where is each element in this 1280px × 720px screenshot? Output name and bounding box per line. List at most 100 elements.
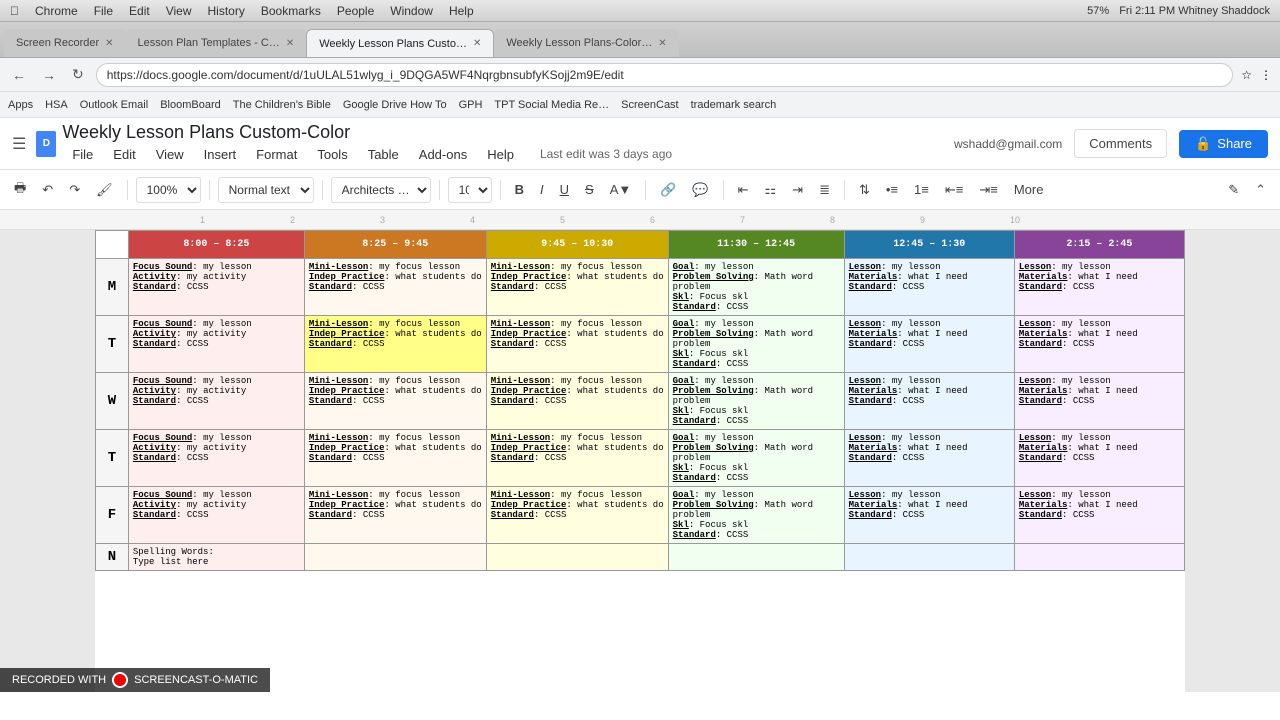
lesson-cell[interactable]: Lesson: my lessonMaterials: what I needS… xyxy=(1014,373,1184,430)
menu-edit[interactable]: Edit xyxy=(103,143,145,166)
lesson-cell[interactable]: Goal: my lessonProblem Solving: Math wor… xyxy=(668,430,844,487)
apple-menu[interactable]:  xyxy=(10,4,19,18)
lesson-cell[interactable]: Focus Sound: my lessonActivity: my activ… xyxy=(128,259,304,316)
numbered-list-button[interactable]: 1≡ xyxy=(908,178,935,201)
mac-menu-people[interactable]: People xyxy=(337,4,374,18)
lesson-cell[interactable]: Mini-Lesson: my focus lessonIndep Practi… xyxy=(304,373,486,430)
bookmark-bloomboard[interactable]: BloomBoard xyxy=(160,99,221,111)
menu-help[interactable]: Help xyxy=(477,143,524,166)
mac-menu-history[interactable]: History xyxy=(208,4,245,18)
spelling-words-cell[interactable]: Spelling Words:Type list here xyxy=(128,544,304,571)
tab-screen-recorder[interactable]: Screen Recorder ✕ xyxy=(4,29,126,57)
lesson-cell[interactable]: Goal: my lessonProblem Solving: Math wor… xyxy=(668,487,844,544)
tab-close-icon[interactable]: ✕ xyxy=(658,38,666,49)
tab-close-icon[interactable]: ✕ xyxy=(105,38,113,49)
print-button[interactable]: 🖶 xyxy=(8,175,32,205)
bookmark-childrens-bible[interactable]: The Children's Bible xyxy=(233,99,331,111)
lesson-cell[interactable]: Focus Sound: my lessonActivity: my activ… xyxy=(128,316,304,373)
strikethrough-button[interactable]: S xyxy=(579,178,600,201)
font-select[interactable]: Architects … xyxy=(331,177,431,203)
lesson-cell[interactable]: Mini-Lesson: my focus lessonIndep Practi… xyxy=(486,430,668,487)
line-spacing-button[interactable]: ⇅ xyxy=(853,178,876,202)
lesson-cell[interactable]: Lesson: my lessonMaterials: what I needS… xyxy=(844,259,1014,316)
menu-insert[interactable]: Insert xyxy=(194,143,247,166)
lesson-cell[interactable]: Focus Sound: my lessonActivity: my activ… xyxy=(128,487,304,544)
bullet-list-button[interactable]: •≡ xyxy=(880,178,904,201)
bookmark-tpt[interactable]: TPT Social Media Re… xyxy=(494,99,609,111)
more-button[interactable]: More xyxy=(1008,178,1050,201)
mac-menu-view[interactable]: View xyxy=(166,4,192,18)
menu-view[interactable]: View xyxy=(146,143,194,166)
style-select[interactable]: Normal text xyxy=(218,177,314,203)
lesson-cell[interactable]: Lesson: my lessonMaterials: what I needS… xyxy=(1014,316,1184,373)
lesson-cell[interactable]: Lesson: my lessonMaterials: what I needS… xyxy=(844,373,1014,430)
undo-button[interactable]: ↶ xyxy=(36,178,59,202)
lesson-cell[interactable]: Focus Sound: my lessonActivity: my activ… xyxy=(128,430,304,487)
justify-button[interactable]: ≣ xyxy=(813,178,836,202)
menu-addons[interactable]: Add-ons xyxy=(409,143,477,166)
lesson-cell[interactable]: Focus Sound: my lessonActivity: my activ… xyxy=(128,373,304,430)
forward-button[interactable]: → xyxy=(38,65,60,85)
url-input[interactable] xyxy=(96,63,1234,87)
bookmark-google-drive[interactable]: Google Drive How To xyxy=(343,99,447,111)
redo-button[interactable]: ↷ xyxy=(63,178,86,202)
empty-cell[interactable] xyxy=(1014,544,1184,571)
comments-button[interactable]: Comments xyxy=(1074,129,1167,158)
bookmark-trademark[interactable]: trademark search xyxy=(691,99,777,111)
lesson-cell[interactable]: Mini-Lesson: my focus lessonIndep Practi… xyxy=(486,316,668,373)
doc-title[interactable]: Weekly Lesson Plans Custom-Color xyxy=(62,122,672,143)
underline-button[interactable]: U xyxy=(554,178,575,201)
empty-cell[interactable] xyxy=(486,544,668,571)
bookmark-hsa[interactable]: HSA xyxy=(45,99,68,111)
bold-button[interactable]: B xyxy=(509,178,530,201)
decrease-indent-button[interactable]: ⇤≡ xyxy=(939,178,969,202)
extensions-icon[interactable]: ⋮ xyxy=(1260,68,1272,82)
italic-button[interactable]: I xyxy=(534,178,550,201)
align-center-button[interactable]: ⚏ xyxy=(759,178,783,202)
align-right-button[interactable]: ⇥ xyxy=(786,178,809,202)
paint-format-button[interactable]: 🖌 xyxy=(90,178,119,202)
menu-table[interactable]: Table xyxy=(358,143,409,166)
edit-mode-button[interactable]: ✎ xyxy=(1222,178,1245,202)
font-size-select[interactable]: 10 xyxy=(448,177,492,203)
bookmark-apps[interactable]: Apps xyxy=(8,99,33,111)
bookmark-gph[interactable]: GPH xyxy=(459,99,483,111)
link-button[interactable]: 🔗 xyxy=(654,178,682,202)
mac-menu-edit[interactable]: Edit xyxy=(129,4,150,18)
bookmark-screencast[interactable]: ScreenCast xyxy=(621,99,678,111)
tab-close-icon[interactable]: ✕ xyxy=(286,38,294,49)
font-color-button[interactable]: A▼ xyxy=(604,178,638,201)
menu-tools[interactable]: Tools xyxy=(307,143,357,166)
mac-menu-chrome[interactable]: Chrome xyxy=(35,4,78,18)
lesson-cell[interactable]: Mini-Lesson: my focus lessonIndep Practi… xyxy=(304,259,486,316)
menu-format[interactable]: Format xyxy=(246,143,307,166)
hamburger-menu-icon[interactable]: ☰ xyxy=(12,134,26,154)
align-left-button[interactable]: ⇤ xyxy=(732,178,755,202)
lesson-cell[interactable]: Lesson: my lessonMaterials: what I needS… xyxy=(1014,259,1184,316)
bookmark-outlook[interactable]: Outlook Email xyxy=(80,99,148,111)
collapse-toolbar-button[interactable]: ⌃ xyxy=(1249,178,1272,202)
lesson-cell[interactable]: Lesson: my lessonMaterials: what I needS… xyxy=(844,487,1014,544)
lesson-cell[interactable]: Mini-Lesson: my focus lessonIndep Practi… xyxy=(486,487,668,544)
back-button[interactable]: ← xyxy=(8,65,30,85)
share-button[interactable]: 🔓 Share xyxy=(1179,130,1268,158)
empty-cell[interactable] xyxy=(304,544,486,571)
bookmark-star-icon[interactable]: ☆ xyxy=(1241,68,1252,82)
lesson-cell[interactable]: Mini-Lesson: my focus lessonIndep Practi… xyxy=(486,259,668,316)
lesson-cell[interactable]: Mini-Lesson: my focus lessonIndep Practi… xyxy=(486,373,668,430)
lesson-cell[interactable]: Lesson: my lessonMaterials: what I needS… xyxy=(844,430,1014,487)
tab-close-icon[interactable]: ✕ xyxy=(473,38,481,49)
empty-cell[interactable] xyxy=(668,544,844,571)
tab-lesson-plan-templates[interactable]: Lesson Plan Templates - C… ✕ xyxy=(126,29,307,57)
lesson-cell[interactable]: Mini-Lesson: my focus lessonIndep Practi… xyxy=(304,487,486,544)
mac-menu-help[interactable]: Help xyxy=(449,4,474,18)
comment-button[interactable]: 💬 xyxy=(686,178,714,202)
tab-weekly-lesson-plans-custom[interactable]: Weekly Lesson Plans Custo… ✕ xyxy=(306,29,494,57)
mac-menu-file[interactable]: File xyxy=(94,4,113,18)
menu-file[interactable]: File xyxy=(62,143,103,166)
lesson-cell[interactable]: Goal: my lessonProblem Solving: Math wor… xyxy=(668,373,844,430)
zoom-select[interactable]: 100% xyxy=(136,177,201,203)
mac-menu-bookmarks[interactable]: Bookmarks xyxy=(261,4,321,18)
lesson-cell[interactable]: Mini-Lesson: my focus lessonIndep Practi… xyxy=(304,430,486,487)
refresh-button[interactable]: ↻ xyxy=(68,64,88,85)
